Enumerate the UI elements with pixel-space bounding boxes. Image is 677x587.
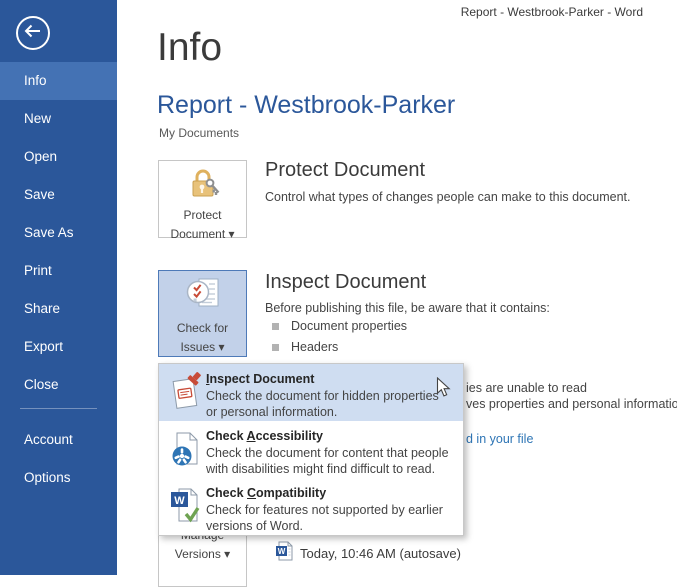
version-entry-label: Today, 10:46 AM (autosave) bbox=[300, 546, 461, 561]
occluded-link-fragment[interactable]: d in your file bbox=[466, 432, 533, 446]
sidebar-item-new[interactable]: New bbox=[0, 100, 117, 138]
sidebar-item-share[interactable]: Share bbox=[0, 290, 117, 328]
check-issues-icon bbox=[184, 276, 222, 319]
back-arrow-icon bbox=[24, 24, 42, 43]
sidebar-item-close[interactable]: Close bbox=[0, 366, 117, 404]
sidebar-divider bbox=[20, 408, 97, 409]
menu-item-description-line1: Check the document for content that peop… bbox=[206, 446, 449, 460]
word-file-icon: W bbox=[275, 541, 293, 566]
menu-item-description-line2: or personal information. bbox=[206, 405, 338, 419]
menu-item-check-accessibility[interactable]: Check Accessibility Check the document f… bbox=[159, 421, 463, 478]
occluded-bullet-fragment-1: ies are unable to read bbox=[466, 381, 587, 395]
sidebar-item-print[interactable]: Print bbox=[0, 252, 117, 290]
back-button[interactable] bbox=[16, 16, 50, 50]
issues-button-label-line1: Check for bbox=[176, 321, 229, 335]
protect-section-description: Control what types of changes people can… bbox=[265, 190, 631, 204]
menu-item-description-line1: Check the document for hidden properties bbox=[206, 389, 439, 403]
menu-item-title: Check Compatibility bbox=[206, 486, 327, 500]
inspect-section-description: Before publishing this file, be aware th… bbox=[265, 301, 550, 315]
svg-text:W: W bbox=[174, 495, 185, 507]
sidebar-item-account[interactable]: Account bbox=[0, 421, 117, 459]
versions-button-label-line2: Versions ▾ bbox=[174, 547, 231, 561]
sidebar-item-export[interactable]: Export bbox=[0, 328, 117, 366]
sidebar-item-save-as[interactable]: Save As bbox=[0, 214, 117, 252]
occluded-bullet-fragment-2: ves properties and personal information bbox=[466, 397, 677, 411]
menu-item-title: Check Accessibility bbox=[206, 429, 323, 443]
backstage-main: Report - Westbrook-Parker - Word Info Re… bbox=[117, 0, 677, 587]
check-for-issues-button[interactable]: Check for Issues ▾ bbox=[158, 270, 247, 357]
document-location: My Documents bbox=[159, 126, 240, 140]
sidebar-nav: Info New Open Save Save As Print Share E… bbox=[0, 62, 117, 497]
inspect-bullet-headers: Headers bbox=[272, 340, 338, 354]
issues-button-label-line2: Issues ▾ bbox=[180, 340, 225, 354]
check-accessibility-icon bbox=[169, 427, 201, 478]
version-entry[interactable]: W Today, 10:46 AM (autosave) bbox=[275, 541, 461, 566]
menu-item-description-line2: versions of Word. bbox=[206, 519, 304, 533]
sidebar-item-info[interactable]: Info bbox=[0, 62, 117, 100]
protect-document-button[interactable]: Protect Document ▾ bbox=[158, 160, 247, 241]
menu-item-inspect-document[interactable]: Inspect Document Check the document for … bbox=[159, 364, 463, 421]
protect-button-label-line2: Document ▾ bbox=[170, 227, 235, 241]
protect-section-heading: Protect Document bbox=[265, 159, 426, 181]
inspect-bullet-document-properties: Document properties bbox=[272, 319, 407, 333]
inspect-section-heading: Inspect Document bbox=[265, 271, 427, 293]
lock-key-icon bbox=[185, 167, 221, 206]
inspect-document-stamp-icon bbox=[169, 370, 201, 421]
sidebar-item-options[interactable]: Options bbox=[0, 459, 117, 497]
menu-item-description-line1: Check for features not supported by earl… bbox=[206, 503, 443, 517]
menu-item-title: Inspect Document bbox=[206, 372, 315, 386]
check-for-issues-menu: Inspect Document Check the document for … bbox=[158, 363, 464, 536]
page-title: Info bbox=[157, 26, 223, 69]
protect-button-label-line1: Protect bbox=[183, 208, 222, 222]
menu-item-check-compatibility[interactable]: W Check Compatibility Check for features… bbox=[159, 478, 463, 535]
backstage-sidebar: Info New Open Save Save As Print Share E… bbox=[0, 0, 117, 575]
menu-item-description-line2: with disabilities might find difficult t… bbox=[206, 462, 436, 476]
sidebar-item-open[interactable]: Open bbox=[0, 138, 117, 176]
document-title: Report - Westbrook-Parker bbox=[157, 91, 456, 119]
sidebar-item-save[interactable]: Save bbox=[0, 176, 117, 214]
check-compatibility-icon: W bbox=[169, 484, 201, 535]
bullet-square-icon bbox=[272, 344, 279, 351]
svg-text:W: W bbox=[278, 547, 286, 556]
window-title: Report - Westbrook-Parker - Word bbox=[460, 5, 643, 19]
bullet-square-icon bbox=[272, 323, 279, 330]
